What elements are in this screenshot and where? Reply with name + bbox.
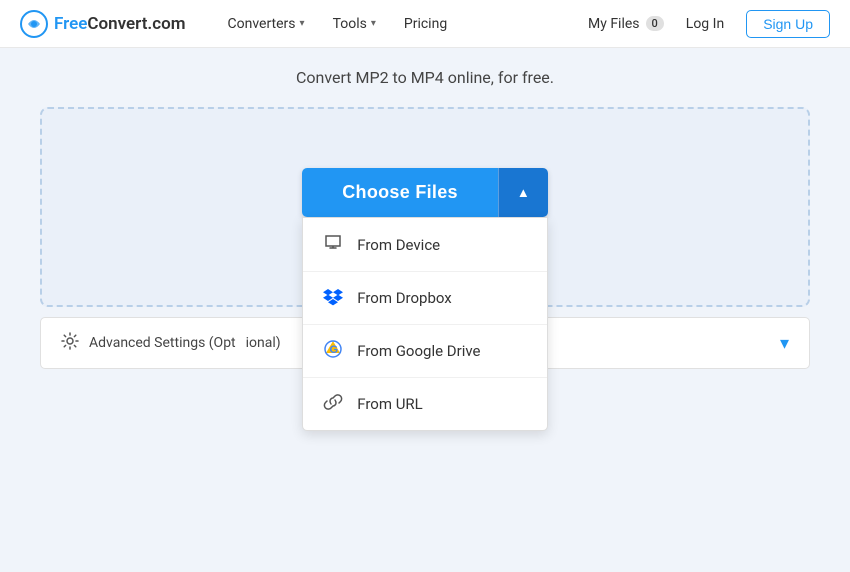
files-count-badge: 0 (646, 16, 664, 31)
dropdown-item-google-drive[interactable]: G From Google Drive (303, 325, 547, 378)
chevron-up-icon (517, 184, 530, 202)
logo-icon (20, 10, 48, 38)
logo[interactable]: FreeConvert.com (20, 10, 186, 38)
choose-files-dropdown: From Device From Dropbox (302, 217, 548, 431)
url-icon (323, 392, 343, 416)
main-nav: Converters ▾ Tools ▾ Pricing (216, 10, 588, 38)
svg-text:G: G (330, 344, 339, 356)
logo-text: FreeConvert.com (54, 14, 186, 34)
dropbox-label: From Dropbox (357, 289, 452, 307)
device-icon (323, 232, 343, 257)
page-subtitle: Convert MP2 to MP4 online, for free. (0, 68, 850, 87)
signup-button[interactable]: Sign Up (746, 10, 830, 38)
header: FreeConvert.com Converters ▾ Tools ▾ Pri… (0, 0, 850, 48)
advanced-settings-suffix: ional) (246, 335, 281, 351)
tools-chevron-icon: ▾ (371, 18, 376, 29)
dropdown-item-device[interactable]: From Device (303, 218, 547, 272)
my-files-label: My Files (588, 16, 640, 32)
choose-files-btn-row: Choose Files (302, 168, 548, 217)
url-label: From URL (357, 395, 423, 413)
dropdown-item-dropbox[interactable]: From Dropbox (303, 272, 547, 325)
choose-files-container: Choose Files From Device (302, 168, 548, 217)
device-label: From Device (357, 236, 440, 254)
dropbox-icon (323, 286, 343, 310)
google-drive-icon: G (323, 339, 343, 363)
advanced-settings-chevron-icon[interactable]: ▾ (780, 333, 789, 354)
nav-pricing[interactable]: Pricing (392, 10, 459, 38)
login-button[interactable]: Log In (676, 11, 734, 37)
google-drive-label: From Google Drive (357, 342, 480, 360)
my-files-button[interactable]: My Files 0 (588, 16, 664, 32)
upload-area[interactable]: Choose Files From Device (40, 107, 810, 307)
dropdown-item-url[interactable]: From URL (303, 378, 547, 430)
advanced-settings-label: Advanced Settings (Opt (89, 335, 236, 351)
nav-tools[interactable]: Tools ▾ (321, 10, 388, 38)
nav-converters[interactable]: Converters ▾ (216, 10, 317, 38)
converters-chevron-icon: ▾ (300, 18, 305, 29)
gear-icon (61, 332, 79, 354)
choose-files-arrow-button[interactable] (498, 168, 548, 217)
advanced-settings-left: Advanced Settings (Opt ional) (61, 332, 281, 354)
main-content: Convert MP2 to MP4 online, for free. Cho… (0, 48, 850, 572)
choose-files-button[interactable]: Choose Files (302, 168, 498, 217)
header-right: My Files 0 Log In Sign Up (588, 10, 830, 38)
